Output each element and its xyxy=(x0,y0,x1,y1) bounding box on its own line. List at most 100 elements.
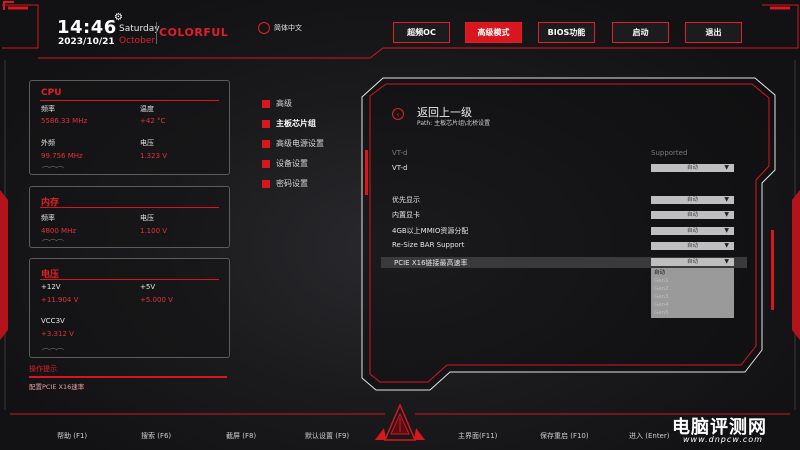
v12-label: +12V xyxy=(41,283,61,291)
menu-item-label: 主板芯片组 xyxy=(276,119,316,128)
footer-search[interactable]: 搜索 (F6) xyxy=(141,431,171,441)
igpu-value: 自动 xyxy=(686,212,698,218)
cpu-bclk-value: 99.756 MHz xyxy=(41,152,83,160)
brand-logo: COLORFUL xyxy=(159,26,229,39)
vtd-header-value: Supported xyxy=(651,149,688,157)
cpu-temp-label: 温度 xyxy=(140,105,154,113)
vtd-select[interactable]: 自动 ▼ xyxy=(651,164,734,172)
language-selector[interactable]: 简体中文 xyxy=(258,22,302,34)
v12-value: +11.904 V xyxy=(41,296,79,304)
menu-item-devices[interactable]: 设备设置 xyxy=(262,158,308,169)
v5-value: +5.000 V xyxy=(140,296,173,304)
igpu-label: 内置显卡 xyxy=(392,211,420,219)
v5-label: +5V xyxy=(140,283,156,291)
cpu-volt-label: 电压 xyxy=(140,139,154,147)
menu-bullet-icon xyxy=(262,99,270,108)
menu-item-label: 高级 xyxy=(276,99,292,108)
panel-notch: ⌒⌒⌒ xyxy=(42,348,64,357)
igpu-select[interactable]: 自动 ▼ xyxy=(651,211,734,219)
mmio-value: 自动 xyxy=(686,228,698,234)
footer-screenshot[interactable]: 截屏 (F8) xyxy=(226,431,256,441)
cpu-temp-value: +42 °C xyxy=(140,117,166,125)
dropdown-option-gen5[interactable]: Gen5 xyxy=(654,309,731,317)
memory-volt-label: 电压 xyxy=(140,214,154,222)
rebar-value: 自动 xyxy=(686,243,698,249)
dropdown-option-gen2[interactable]: Gen2 xyxy=(654,285,731,293)
gear-icon: ⚙ xyxy=(114,12,123,23)
dropdown-option-gen1[interactable]: Gen1 xyxy=(654,277,731,285)
cpu-panel: CPU 频率 5586.33 MHz 温度 +42 °C 外频 99.756 M… xyxy=(29,80,230,175)
watermark-url: www.dnpcw.com xyxy=(683,435,763,444)
back-icon[interactable]: ‹ xyxy=(392,108,404,120)
hint-title: 操作提示 xyxy=(29,365,57,373)
menu-item-label: 设备设置 xyxy=(276,159,308,168)
cpu-freq-value: 5586.33 MHz xyxy=(41,117,88,125)
tab-exit[interactable]: 退出 xyxy=(685,22,742,43)
globe-icon xyxy=(258,22,270,34)
dropdown-option-gen4[interactable]: Gen4 xyxy=(654,301,731,309)
tab-overclock[interactable]: 超频OC xyxy=(393,22,450,43)
weekday-label: Saturday xyxy=(119,24,160,34)
vcc3-label: VCC3V xyxy=(41,317,65,325)
voltage-panel: 电压 +12V +11.904 V +5V +5.000 V VCC3V +3.… xyxy=(29,258,230,358)
footer-save[interactable]: 保存重启 (F10) xyxy=(540,431,589,441)
memory-volt-value: 1.100 V xyxy=(140,227,168,235)
dropdown-arrow-icon: ▼ xyxy=(724,211,729,218)
mmio-select[interactable]: 自动 ▼ xyxy=(651,227,734,235)
breadcrumb: Path: 主板芯片组\北桥设置 xyxy=(417,120,491,127)
tab-bios-features[interactable]: BIOS功能 xyxy=(538,22,595,43)
menu-item-power[interactable]: 高级电源设置 xyxy=(262,138,324,149)
igpu-primary-value: 自动 xyxy=(686,197,698,203)
cpu-freq-label: 频率 xyxy=(41,105,55,113)
rebar-select[interactable]: 自动 ▼ xyxy=(651,242,734,250)
vtd-select-value: 自动 xyxy=(686,165,698,171)
cpu-divider xyxy=(40,100,219,101)
tab-advanced-mode[interactable]: 高级模式 xyxy=(465,22,522,43)
dropdown-arrow-icon: ▼ xyxy=(724,196,729,203)
menu-item-password[interactable]: 密码设置 xyxy=(262,178,308,189)
tab-boot[interactable]: 启动 xyxy=(612,22,669,43)
date-label: 2023/10/21 xyxy=(58,37,115,47)
panel-notch: ⌒⌒⌒ xyxy=(42,239,64,248)
pcie-select[interactable]: 自动 ▼ xyxy=(651,258,734,266)
hint-divider xyxy=(29,376,227,378)
dropdown-arrow-icon: ▼ xyxy=(724,242,729,249)
footer-enter[interactable]: 进入 (Enter) xyxy=(629,431,669,441)
cpu-bclk-label: 外频 xyxy=(41,139,55,147)
memory-divider xyxy=(40,207,219,208)
language-label: 简体中文 xyxy=(274,24,302,32)
footer-defaults[interactable]: 默认设置 (F9) xyxy=(305,431,349,441)
footer-help[interactable]: 帮助 (F1) xyxy=(57,431,87,441)
pcie-label: PCIE X16链接最高速率 xyxy=(394,259,468,267)
menu-item-label: 高级电源设置 xyxy=(276,139,324,148)
menu-bullet-icon xyxy=(262,159,270,168)
menu-item-chipset[interactable]: 主板芯片组 xyxy=(262,118,316,129)
cpu-volt-value: 1.323 V xyxy=(140,152,168,160)
dropdown-arrow-icon: ▼ xyxy=(724,258,729,265)
pcie-dropdown-list: 自动 Gen1 Gen2 Gen3 Gen4 Gen5 xyxy=(651,268,734,318)
menu-bullet-icon xyxy=(262,139,270,148)
dropdown-arrow-icon: ▼ xyxy=(724,227,729,234)
memory-freq-label: 频率 xyxy=(41,214,55,222)
footer-main[interactable]: 主界面(F11) xyxy=(458,431,497,441)
cpu-title: CPU xyxy=(41,88,62,98)
dropdown-arrow-icon: ▼ xyxy=(724,164,729,171)
dropdown-option-gen3[interactable]: Gen3 xyxy=(654,293,731,301)
menu-item-advanced[interactable]: 高级 xyxy=(262,98,292,109)
vcc3-value: +3.312 V xyxy=(41,330,74,338)
memory-freq-value: 4800 MHz xyxy=(41,227,77,235)
menu-bullet-icon xyxy=(262,119,270,128)
brand-divider xyxy=(156,22,157,44)
pcie-value: 自动 xyxy=(686,259,698,265)
menu-item-label: 密码设置 xyxy=(276,179,308,188)
igpu-primary-select[interactable]: 自动 ▼ xyxy=(651,196,734,204)
hint-text: 配置PCIE X16速率 xyxy=(29,383,85,391)
month-label: October xyxy=(119,36,156,46)
dropdown-option-auto[interactable]: 自动 xyxy=(654,269,731,277)
panel-notch: ⌒⌒⌒ xyxy=(42,166,64,175)
igpu-primary-label: 优先显示 xyxy=(392,196,420,204)
memory-panel: 内存 频率 4800 MHz 电压 1.100 V ⌒⌒⌒ xyxy=(29,186,230,248)
vtd-header-label: VT-d xyxy=(392,149,408,157)
voltage-divider xyxy=(40,279,219,280)
rebar-label: Re-Size BAR Support xyxy=(392,241,465,249)
